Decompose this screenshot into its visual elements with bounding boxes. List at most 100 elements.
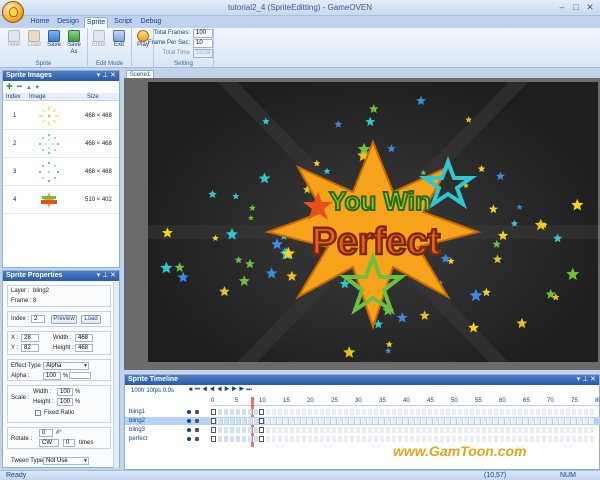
timeline-frame-cell[interactable] — [571, 427, 576, 433]
timeline-frame-cell[interactable] — [421, 409, 426, 415]
timeline-frame-cell[interactable] — [571, 418, 576, 424]
timeline-frame-cell[interactable] — [355, 409, 360, 415]
chevron-down-icon[interactable]: ▼ — [83, 458, 88, 464]
timeline-layer-row[interactable]: bling3 — [125, 426, 600, 434]
timeline-frame-cell[interactable] — [277, 418, 282, 424]
timeline-frame-cell[interactable] — [427, 409, 432, 415]
timeline-frame-cell[interactable] — [223, 427, 228, 433]
last-frame-icon[interactable]: ⏭ — [246, 387, 253, 393]
timeline-frame-cell[interactable] — [577, 418, 582, 424]
timeline-frame-cell[interactable] — [361, 436, 366, 442]
timeline-frame-cell[interactable] — [559, 427, 564, 433]
fast-forward-icon[interactable]: ▶▶ — [231, 387, 246, 393]
timeline-frame-cell[interactable] — [253, 418, 258, 424]
timeline-frame-cell[interactable] — [451, 418, 456, 424]
timeline-frame-cell[interactable] — [265, 427, 270, 433]
timeline-frame-cell[interactable] — [565, 409, 570, 415]
sprite-image-row[interactable]: 4 510 × 402 — [3, 186, 119, 214]
timeline-frame-cell[interactable] — [439, 418, 444, 424]
timeline-frame-cell[interactable] — [493, 436, 498, 442]
timeline-frame-cell[interactable] — [337, 436, 342, 442]
timeline-frame-cell[interactable] — [517, 427, 522, 433]
timeline-frame-cell[interactable] — [397, 436, 402, 442]
scale-height-input[interactable]: 100 — [57, 398, 73, 406]
timeline-frame-cell[interactable] — [355, 418, 360, 424]
timeline-frame-cell[interactable] — [553, 436, 558, 442]
tab-design[interactable]: Design — [54, 17, 82, 28]
timeline-frame-cell[interactable] — [235, 409, 240, 415]
timeline-frame-cell[interactable] — [445, 418, 450, 424]
timeline-frame-cell[interactable] — [529, 436, 534, 442]
timeline-frame-cell[interactable] — [289, 409, 294, 415]
timeline-frame-cell[interactable] — [481, 409, 486, 415]
timeline-frame-cell[interactable] — [421, 436, 426, 442]
timeline-frame-cell[interactable] — [487, 436, 492, 442]
timeline-frame-cell[interactable] — [235, 436, 240, 442]
sprite-image-row[interactable]: 2 468 × 468 — [3, 130, 119, 158]
timeline-frame-cell[interactable] — [217, 427, 222, 433]
timeline-frame-cell[interactable] — [349, 418, 354, 424]
timeline-frame-cell[interactable] — [475, 409, 480, 415]
timeline-frame-cell[interactable] — [319, 418, 324, 424]
rotate-direction-select[interactable]: CW — [39, 439, 59, 447]
timeline-frame-cell[interactable] — [349, 427, 354, 433]
timeline-frame-cell[interactable] — [553, 409, 558, 415]
timeline-frame-cell[interactable] — [469, 418, 474, 424]
timeline-frame-cell[interactable] — [277, 436, 282, 442]
timeline-frame-cell[interactable] — [565, 418, 570, 424]
timeline-frame-cell[interactable] — [577, 427, 582, 433]
timeline-frame-cell[interactable] — [481, 418, 486, 424]
timeline-frame-cell[interactable] — [469, 436, 474, 442]
timeline-layer-row[interactable]: bling1 — [125, 408, 600, 416]
keyframe-marker[interactable] — [211, 436, 216, 442]
timeline-frame-cell[interactable] — [295, 409, 300, 415]
timeline-frame-cell[interactable] — [331, 409, 336, 415]
timeline-frame-cell[interactable] — [499, 427, 504, 433]
timeline-frame-cell[interactable] — [439, 409, 444, 415]
scene-canvas[interactable]: You Win Perfect — [148, 82, 598, 362]
timeline-frame-cell[interactable] — [571, 409, 576, 415]
timeline-frame-cell[interactable] — [499, 409, 504, 415]
timeline-frame-cell[interactable] — [505, 436, 510, 442]
timeline-frame-cell[interactable] — [253, 409, 258, 415]
timeline-frame-cell[interactable] — [505, 418, 510, 424]
exit-button[interactable]: Exit — [111, 30, 127, 49]
load-image-button[interactable]: Load — [81, 315, 101, 324]
timeline-frame-cell[interactable] — [535, 418, 540, 424]
keyframe-marker[interactable] — [211, 409, 216, 415]
save-button[interactable]: Save — [46, 30, 62, 49]
timeline-frame-cell[interactable] — [505, 427, 510, 433]
timeline-frame-cell[interactable] — [319, 409, 324, 415]
timeline-frame-cell[interactable] — [487, 427, 492, 433]
timeline-frame-cell[interactable] — [499, 436, 504, 442]
timeline-frame-cell[interactable] — [295, 418, 300, 424]
keyframe-marker[interactable] — [259, 436, 264, 442]
timeline-frame-cell[interactable] — [277, 409, 282, 415]
timeline-frame-cell[interactable] — [547, 427, 552, 433]
timeline-frame-cell[interactable] — [331, 427, 336, 433]
timeline-frame-cell[interactable] — [289, 427, 294, 433]
timeline-frame-cell[interactable] — [265, 436, 270, 442]
timeline-frame-cell[interactable] — [373, 409, 378, 415]
timeline-frame-cell[interactable] — [589, 409, 594, 415]
timeline-frame-cell[interactable] — [331, 418, 336, 424]
timeline-frame-cell[interactable] — [559, 409, 564, 415]
timeline-frame-cell[interactable] — [583, 436, 588, 442]
timeline-frame-cell[interactable] — [379, 418, 384, 424]
timeline-frame-cell[interactable] — [325, 409, 330, 415]
timeline-frame-cell[interactable] — [385, 436, 390, 442]
timeline-frame-cell[interactable] — [583, 409, 588, 415]
timeline-frame-cell[interactable] — [343, 409, 348, 415]
timeline-frame-cell[interactable] — [229, 427, 234, 433]
timeline-frame-cell[interactable] — [331, 436, 336, 442]
eye-icon[interactable] — [187, 437, 191, 441]
timeline-frame-cell[interactable] — [535, 409, 540, 415]
timeline-ruler[interactable]: 0 5 10 15 20 25 30 35 40 45 50 55 60 65 70 75 80 — [211, 397, 600, 406]
timeline-frame-cell[interactable] — [319, 436, 324, 442]
timeline-frame-cell[interactable] — [307, 436, 312, 442]
keyframe-marker[interactable] — [211, 418, 216, 424]
timeline-frame-cell[interactable] — [217, 436, 222, 442]
panel-pin-icon[interactable]: ▾ ⊥ ✕ — [97, 71, 116, 81]
timeline-frame-cell[interactable] — [355, 427, 360, 433]
timeline-frame-cell[interactable] — [511, 436, 516, 442]
